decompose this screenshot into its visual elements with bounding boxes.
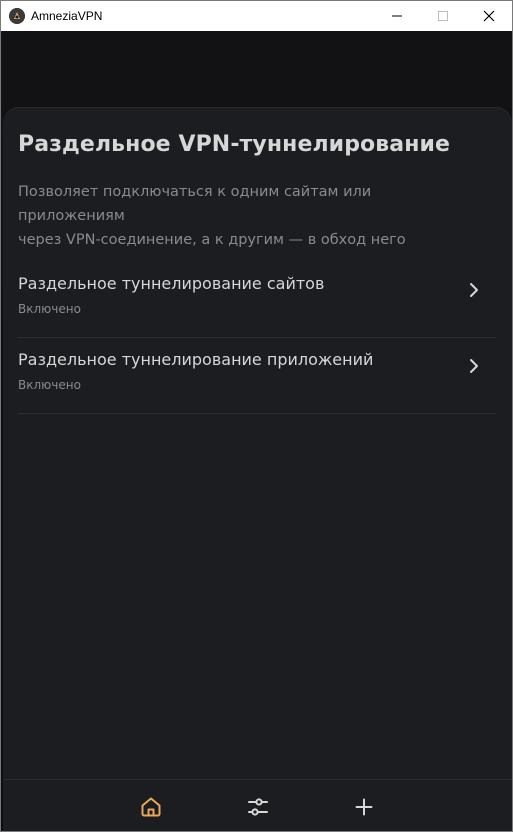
- bottom-tab-bar: [3, 779, 512, 831]
- amnezia-logo-icon: [9, 8, 25, 24]
- tab-settings[interactable]: [245, 794, 271, 820]
- tab-add[interactable]: [351, 794, 377, 820]
- item-label: Раздельное туннелирование приложений: [18, 350, 374, 369]
- split-tunneling-panel: Раздельное VPN-туннелирование Позволяет …: [3, 107, 512, 831]
- minimize-button[interactable]: [374, 1, 420, 31]
- title-bar[interactable]: AmneziaVPN: [1, 1, 512, 31]
- description-line-1: Позволяет подключаться к одним сайтам ил…: [18, 184, 372, 224]
- item-label: Раздельное туннелирование сайтов: [18, 274, 325, 293]
- settings-sliders-icon: [248, 798, 268, 816]
- maximize-button[interactable]: [420, 1, 466, 31]
- minimize-icon: [392, 15, 402, 17]
- close-button[interactable]: [466, 1, 512, 31]
- chevron-right-icon: [470, 283, 478, 297]
- tab-home[interactable]: [138, 794, 164, 820]
- description-line-2: через VPN-соединение, а к другим — в обх…: [18, 232, 406, 248]
- maximize-icon: [438, 11, 448, 21]
- app-split-tunneling-item[interactable]: Раздельное туннелирование приложений Вкл…: [18, 338, 496, 414]
- window-controls: [374, 1, 512, 31]
- window-title: AmneziaVPN: [31, 9, 103, 23]
- close-icon: [483, 10, 495, 22]
- site-split-tunneling-item[interactable]: Раздельное туннелирование сайтов Включен…: [18, 262, 496, 338]
- item-status: Включено: [18, 302, 81, 316]
- page-title: Раздельное VPN-туннелирование: [18, 132, 451, 157]
- plus-icon: [355, 798, 373, 816]
- item-status: Включено: [18, 378, 81, 392]
- home-icon: [141, 797, 161, 817]
- chevron-right-icon: [470, 359, 478, 373]
- app-window: AmneziaVPN Раздельное VPN-туннелирование…: [0, 0, 513, 832]
- page-description: Позволяет подключаться к одним сайтам ил…: [18, 180, 478, 252]
